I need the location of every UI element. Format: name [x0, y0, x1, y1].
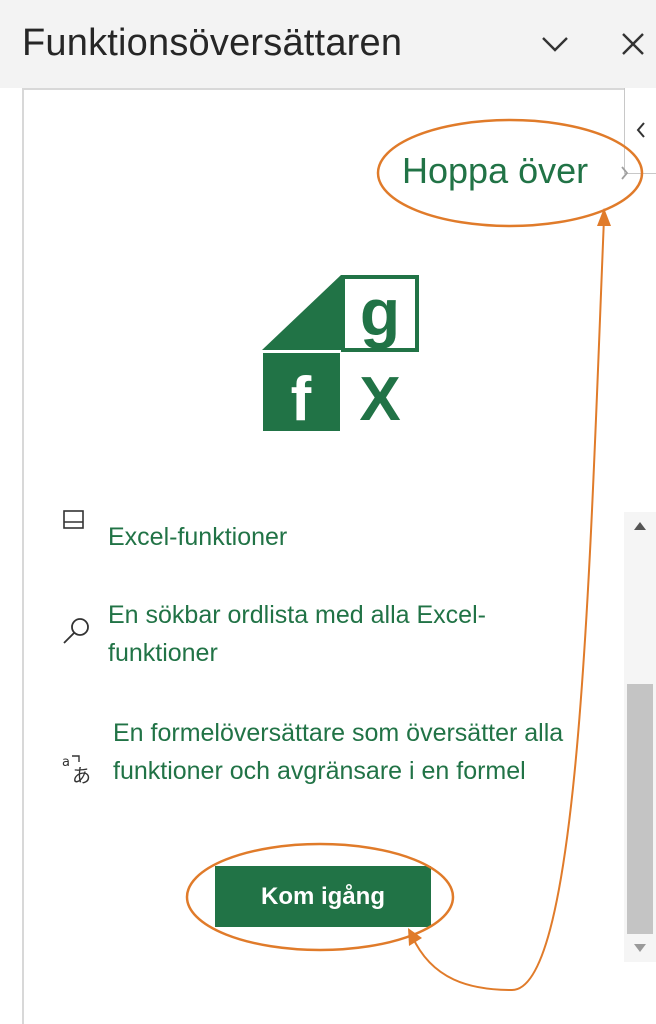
chevron-down-icon: [542, 37, 568, 52]
svg-text:a: a: [62, 755, 70, 770]
logo-letter-f: f: [291, 365, 312, 433]
feature-excel-functions: Excel-funktioner: [108, 523, 288, 551]
scroll-up-icon: [634, 522, 646, 530]
logo-letter-g: g: [360, 275, 400, 349]
scroll-up-button[interactable]: [624, 512, 656, 542]
chevron-left-icon: [636, 122, 645, 138]
function-translator-logo: g f X: [262, 275, 419, 433]
get-started-button[interactable]: Kom igång: [215, 866, 431, 927]
scroll-down-icon: [634, 944, 646, 952]
search-icon: [63, 618, 89, 644]
pane-header: Funktionsöversättaren: [0, 0, 656, 88]
skip-link[interactable]: Hoppa över: [402, 150, 588, 192]
pane-options-button[interactable]: [532, 22, 578, 68]
logo-letter-x: X: [359, 365, 400, 433]
svg-text:あ: あ: [72, 765, 91, 786]
feature-searchable-glossary: En sökbar ordlista med alla Excel-funkti…: [108, 601, 486, 667]
close-icon: [622, 33, 644, 55]
scroll-thumb[interactable]: [627, 684, 653, 934]
translate-icon: a あ: [62, 755, 91, 786]
pane-title: Funktionsöversättaren: [22, 22, 403, 64]
list-icon: [63, 510, 84, 529]
chevron-right-icon: [621, 166, 629, 180]
feature-formula-translator: En formelöversättare som översätter alla…: [113, 719, 564, 785]
collapse-tab[interactable]: [624, 88, 656, 174]
scroll-down-button[interactable]: [624, 934, 656, 962]
vertical-scrollbar[interactable]: [624, 512, 656, 962]
pane-close-button[interactable]: [610, 22, 656, 68]
